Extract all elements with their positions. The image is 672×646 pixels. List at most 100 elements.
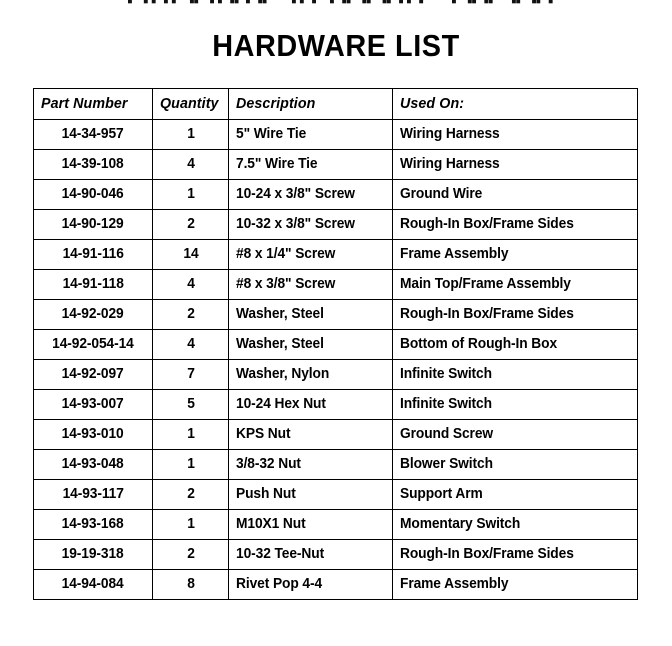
cell-used-on: Infinite Switch: [392, 389, 638, 420]
scan-artifact-fragment: ▐ ▌▐: [288, 0, 316, 3]
scan-artifact-fragment: ▌▐▌: [246, 0, 271, 3]
table-row: 19-19-318 2 10-32 Tee-Nut Rough-In Box/Fram…: [33, 539, 638, 570]
cell-used-on: Rough-In Box/Frame Sides: [392, 209, 638, 240]
cell-text: 5" Wire Tie: [236, 126, 307, 142]
cell-description: Push Nut: [228, 479, 393, 510]
cell-used-on: Main Top/Frame Assembly: [392, 269, 638, 300]
cell-text: Rough-In Box/Frame Sides: [400, 216, 574, 232]
table-row: 14-93-168 1 M10X1 Nut Momentary Switch: [33, 509, 638, 540]
cell-description: #8 x 1/4" Screw: [228, 239, 393, 270]
cell-description: 5" Wire Tie: [228, 119, 393, 150]
scan-artifact-fragment: ▌▐▌ ▐▌ ▐▌▐ ▌▐: [330, 0, 424, 3]
column-header-label: Description: [236, 95, 316, 112]
cell-description: 10-24 x 3/8" Screw: [228, 179, 393, 210]
column-header-label: Quantity: [160, 95, 219, 112]
hardware-list-table: Part Number Quantity Description Used On…: [33, 88, 638, 600]
table-row: 14-91-116 14 #8 x 1/4" Screw Frame Assembly: [33, 239, 638, 270]
cell-quantity: 4: [152, 149, 229, 180]
cell-quantity: 4: [152, 269, 229, 300]
cell-text: Ground Wire: [400, 186, 483, 202]
table-row: 14-91-118 4 #8 x 3/8" Screw Main Top/Frame …: [33, 269, 638, 300]
cell-text: 14-90-046: [62, 186, 124, 202]
cell-part-number: 14-93-007: [33, 389, 153, 420]
cell-part-number: 19-19-318: [33, 539, 153, 570]
cell-text: 2: [186, 486, 195, 502]
cell-quantity: 7: [152, 359, 229, 390]
cell-text: 10-32 x 3/8" Screw: [236, 216, 355, 232]
cell-text: 1: [186, 186, 195, 202]
cell-quantity: 8: [152, 569, 229, 600]
column-header-quantity: Quantity: [152, 88, 229, 120]
table-row: 14-93-010 1 KPS Nut Ground Screw: [33, 419, 638, 450]
cell-text: 14-91-116: [62, 246, 124, 262]
cell-part-number: 14-93-010: [33, 419, 153, 450]
cell-text: 14-94-084: [62, 576, 124, 592]
hardware-list-table-container: Part Number Quantity Description Used On…: [33, 88, 638, 600]
cell-quantity: 1: [152, 449, 229, 480]
table-row: 14-34-957 1 5" Wire Tie Wiring Harness: [33, 119, 638, 150]
cell-quantity: 2: [152, 479, 229, 510]
cell-text: Infinite Switch: [400, 366, 492, 382]
cell-text: KPS Nut: [236, 426, 291, 442]
cell-text: 14-93-117: [62, 486, 124, 502]
cell-used-on: Bottom of Rough-In Box: [392, 329, 638, 360]
cell-used-on: Wiring Harness: [392, 119, 638, 150]
table-row: 14-92-029 2 Washer, Steel Rough-In Box/Fram…: [33, 299, 638, 330]
cell-text: Support Arm: [400, 486, 483, 502]
cell-text: 14-39-108: [62, 156, 124, 172]
cell-used-on: Frame Assembly: [392, 569, 638, 600]
table-row: 14-90-046 1 10-24 x 3/8" Screw Ground Wire: [33, 179, 638, 210]
table-row: 14-39-108 4 7.5" Wire Tie Wiring Harness: [33, 149, 638, 180]
cell-quantity: 1: [152, 119, 229, 150]
cell-text: Frame Assembly: [400, 246, 509, 262]
cell-text: #8 x 1/4" Screw: [236, 246, 336, 262]
table-row: 14-92-097 7 Washer, Nylon Infinite Switch: [33, 359, 638, 390]
cell-text: 7: [186, 366, 195, 382]
cell-description: Rivet Pop 4-4: [228, 569, 393, 600]
cell-text: 14-91-118: [62, 276, 124, 292]
cell-quantity: 1: [152, 179, 229, 210]
cell-used-on: Wiring Harness: [392, 149, 638, 180]
cell-description: Washer, Steel: [228, 299, 393, 330]
cell-part-number: 14-39-108: [33, 149, 153, 180]
cell-part-number: 14-91-118: [33, 269, 153, 300]
table-row: 14-92-054-14 4 Washer, Steel Bottom of Roug…: [33, 329, 638, 360]
cell-text: Rivet Pop 4-4: [236, 576, 323, 592]
cell-used-on: Ground Wire: [392, 179, 638, 210]
cell-text: 14-93-168: [62, 516, 124, 532]
cell-used-on: Frame Assembly: [392, 239, 638, 270]
cell-used-on: Rough-In Box/Frame Sides: [392, 299, 638, 330]
cell-description: Washer, Steel: [228, 329, 393, 360]
cell-text: 10-32 Tee-Nut: [236, 546, 325, 562]
cell-text: 4: [186, 336, 195, 352]
cell-text: 14-92-054-14: [52, 336, 134, 352]
table-row: 14-93-048 1 3/8-32 Nut Blower Switch: [33, 449, 638, 480]
column-header-used-on: Used On:: [392, 88, 638, 120]
table-row: 14-94-084 8 Rivet Pop 4-4 Frame Assembly: [33, 569, 638, 600]
cell-text: 14-90-129: [62, 216, 124, 232]
cell-description: KPS Nut: [228, 419, 393, 450]
cell-text: 2: [186, 546, 195, 562]
column-header-description: Description: [228, 88, 393, 120]
cell-description: 10-24 Hex Nut: [228, 389, 393, 420]
cell-text: Wiring Harness: [400, 156, 500, 172]
cell-text: Rough-In Box/Frame Sides: [400, 306, 574, 322]
cell-used-on: Infinite Switch: [392, 359, 638, 390]
cell-quantity: 1: [152, 509, 229, 540]
cell-text: Frame Assembly: [400, 576, 509, 592]
column-header-label: Used On:: [400, 95, 465, 112]
cell-used-on: Momentary Switch: [392, 509, 638, 540]
table-row: 14-93-007 5 10-24 Hex Nut Infinite Switch: [33, 389, 638, 420]
cell-text: 3/8-32 Nut: [236, 456, 301, 472]
cell-part-number: 14-93-168: [33, 509, 153, 540]
cell-text: 19-19-318: [62, 546, 124, 562]
cell-description: 10-32 Tee-Nut: [228, 539, 393, 570]
cell-part-number: 14-92-054-14: [33, 329, 153, 360]
cell-text: 14-93-048: [62, 456, 124, 472]
cell-text: 10-24 Hex Nut: [236, 396, 326, 412]
cell-text: 1: [186, 126, 195, 142]
cell-quantity: 2: [152, 299, 229, 330]
cell-text: 1: [186, 516, 195, 532]
cell-text: 14: [182, 246, 199, 262]
cell-part-number: 14-90-129: [33, 209, 153, 240]
